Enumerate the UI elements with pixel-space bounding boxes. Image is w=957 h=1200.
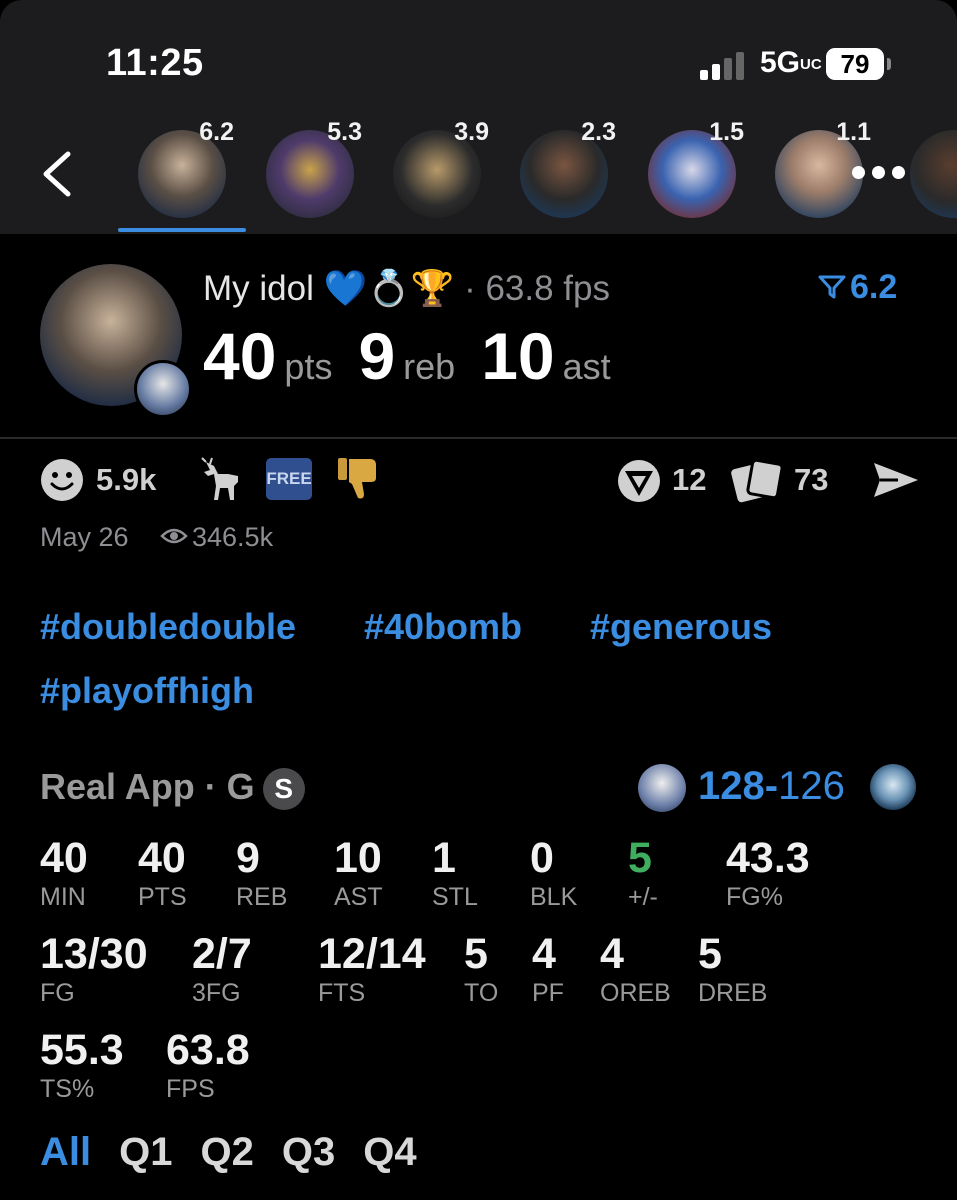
stat-plus-minus: 5 +/- xyxy=(628,834,658,911)
source-badge: S xyxy=(262,768,305,811)
story-score-6: 1.1 xyxy=(836,118,871,146)
headline-reb: 9 xyxy=(358,319,396,393)
thumbs-down-reaction-icon[interactable] xyxy=(336,456,380,502)
score-funnel-icon xyxy=(818,275,846,299)
score-separator: - xyxy=(764,764,779,808)
stat-min: 40 MIN xyxy=(40,834,88,911)
comments-count: 12 xyxy=(672,462,707,497)
stat-ast: 10 AST xyxy=(334,834,383,911)
score-lose: 126 xyxy=(778,764,845,808)
tab-q1[interactable]: Q1 xyxy=(119,1130,172,1174)
stat-pf: 4 PF xyxy=(532,930,564,1007)
stat-oreb: 4 OREB xyxy=(600,930,671,1007)
goat-reaction-icon[interactable] xyxy=(198,456,246,502)
cards-count: 73 xyxy=(794,462,829,497)
story-score-2: 5.3 xyxy=(327,118,362,146)
post-avatar-secondary[interactable] xyxy=(134,360,192,418)
stat-pts: 40 PTS xyxy=(138,834,187,911)
active-story-indicator xyxy=(118,228,246,232)
post-score-value: 6.2 xyxy=(850,268,898,306)
story-score-1: 6.2 xyxy=(199,118,234,146)
post-score: 6.2 xyxy=(818,268,897,307)
story-score-3: 3.9 xyxy=(454,118,489,146)
hashtag[interactable]: #doubledouble xyxy=(40,606,296,648)
stat-ts-pct: 55.3 TS% xyxy=(40,1026,124,1103)
stat-fts: 12/14 FTS xyxy=(318,930,426,1007)
team-logo-home[interactable] xyxy=(638,764,686,812)
free-reaction-badge[interactable]: FREE xyxy=(266,458,312,500)
post-title-text: My idol 💙💍🏆 xyxy=(203,269,455,308)
smile-reaction-icon[interactable] xyxy=(40,458,84,502)
stat-fg: 13/30 FG xyxy=(40,930,148,1007)
tab-q2[interactable]: Q2 xyxy=(200,1130,253,1174)
story-score-4: 2.3 xyxy=(581,118,616,146)
stat-stl: 1 STL xyxy=(432,834,478,911)
headline-pts-label: pts xyxy=(284,346,333,387)
stat-reb: 9 REB xyxy=(236,834,288,911)
stat-to: 5 TO xyxy=(464,930,499,1007)
story-avatar-7[interactable] xyxy=(910,130,957,218)
stat-fps: 63.8 FPS xyxy=(166,1026,250,1103)
tab-q4[interactable]: Q4 xyxy=(363,1130,416,1174)
stat-blk: 0 BLK xyxy=(530,834,578,911)
network-type: 5GUC xyxy=(760,46,822,79)
more-options-icon[interactable] xyxy=(848,158,908,188)
post-date: May 26 xyxy=(40,522,129,552)
headline-reb-label: reb xyxy=(403,346,456,387)
game-score: 128-126 xyxy=(698,764,845,809)
team-logo-away[interactable] xyxy=(870,764,916,810)
battery-nub xyxy=(887,58,891,70)
stat-3fg: 2/7 3FG xyxy=(192,930,252,1007)
post-title: My idol 💙💍🏆 · 63.8 fps xyxy=(203,268,610,309)
views-eye-icon xyxy=(160,528,188,544)
hashtag[interactable]: #playoffhigh xyxy=(40,670,254,712)
post-fps: · 63.8 fps xyxy=(464,269,610,308)
game-source: Real App · GS xyxy=(40,766,305,811)
share-send-icon[interactable] xyxy=(872,460,920,500)
stat-fg-pct: 43.3 FG% xyxy=(726,834,810,911)
section-divider xyxy=(0,437,957,439)
headline-ast: 10 xyxy=(481,319,555,393)
story-score-5: 1.5 xyxy=(709,118,744,146)
views-count: 346.5k xyxy=(192,522,274,552)
headline-pts: 40 xyxy=(203,319,277,393)
cards-icon[interactable] xyxy=(730,456,786,504)
comments-icon[interactable] xyxy=(616,458,662,504)
score-win: 128 xyxy=(698,764,765,808)
top-bar: 11:25 5GUC 79 6.2 5.3 3.9 2.3 1.5 1.1 xyxy=(0,0,957,234)
hashtag[interactable]: #generous xyxy=(590,606,772,648)
game-source-text: Real App · G xyxy=(40,766,255,807)
tab-all[interactable]: All xyxy=(40,1130,91,1174)
hashtag[interactable]: #40bomb xyxy=(364,606,522,648)
tab-q3[interactable]: Q3 xyxy=(282,1130,335,1174)
quarter-tabs: All Q1 Q2 Q3 Q4 xyxy=(40,1130,445,1175)
cellular-signal-icon xyxy=(700,50,748,80)
smile-reaction-count: 5.9k xyxy=(96,462,157,497)
headline-stats: 40 pts 9 reb 10 ast xyxy=(203,318,637,394)
battery-indicator: 79 xyxy=(826,48,884,80)
stat-dreb: 5 DREB xyxy=(698,930,768,1007)
status-time: 11:25 xyxy=(106,42,204,84)
headline-ast-label: ast xyxy=(562,346,611,387)
back-chevron-icon[interactable] xyxy=(38,150,78,198)
